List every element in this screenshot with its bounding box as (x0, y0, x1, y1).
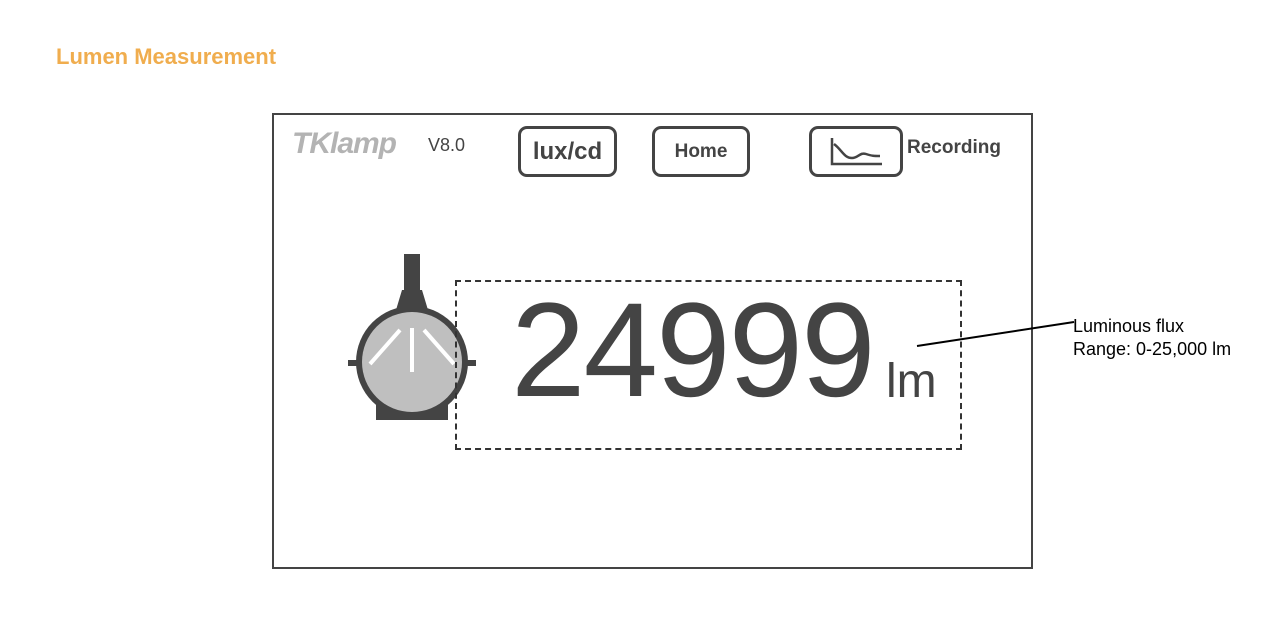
page: Lumen Measurement TKlamp V8.0 lux/cd Hom… (0, 0, 1280, 640)
recording-label[interactable]: Recording (907, 137, 1001, 159)
lux-cd-button[interactable]: lux/cd (518, 126, 617, 177)
annotation-line-2: Range: 0-25,000 lm (1073, 339, 1232, 359)
page-title: Lumen Measurement (56, 44, 277, 69)
lux-cd-button-label: lux/cd (532, 137, 603, 165)
line-chart-icon (830, 137, 882, 165)
lumen-reading-value: 24999 (511, 276, 876, 425)
home-button[interactable]: Home (652, 126, 750, 177)
lumen-reading-unit: lm (886, 355, 937, 408)
annotation-line-1: Luminous flux (1073, 316, 1185, 336)
brand-logo: TKlamp (292, 127, 397, 160)
annotation-callout: Luminous flux Range: 0-25,000 lm (1073, 315, 1231, 361)
version-label: V8.0 (428, 135, 466, 155)
home-button-label: Home (674, 140, 728, 162)
recording-button[interactable] (809, 126, 903, 177)
